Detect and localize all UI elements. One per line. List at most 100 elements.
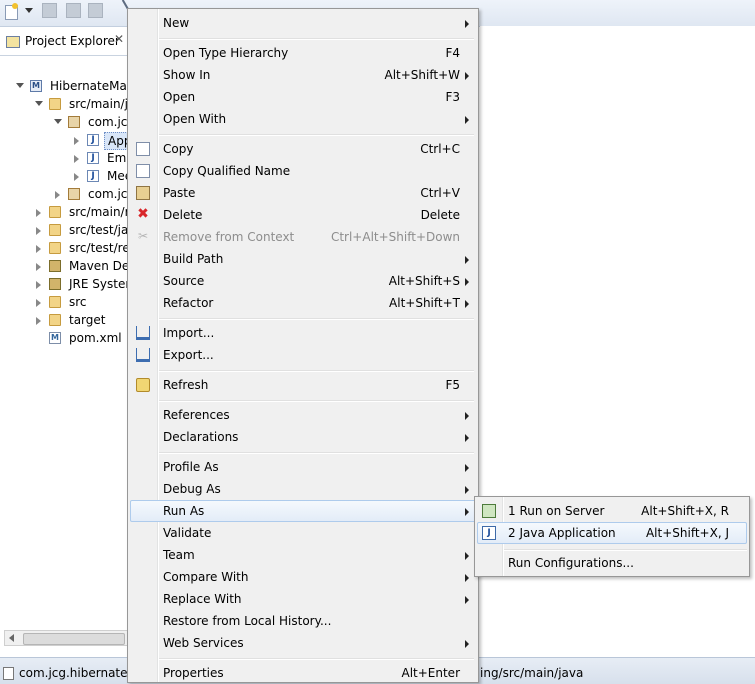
new-dropdown-arrow-icon[interactable]	[25, 8, 33, 13]
menu-item-copy[interactable]: Copy Ctrl+C	[130, 138, 476, 160]
menu-item-import[interactable]: Import...	[130, 322, 476, 344]
xml-file-icon: M	[49, 332, 61, 344]
tree-item-label: src	[69, 295, 87, 309]
close-icon[interactable]: ✕	[114, 32, 124, 46]
menu-item-label: Restore from Local History...	[163, 614, 332, 628]
collapse-arrow-icon[interactable]	[36, 227, 41, 235]
paste-icon	[136, 186, 150, 200]
menu-separator	[159, 134, 474, 136]
package-icon	[68, 188, 80, 200]
tree-item-app-java[interactable]: J App	[0, 132, 132, 150]
menu-item-profile-as[interactable]: Profile As	[130, 456, 476, 478]
tree-item-src-main-resources[interactable]: src/main/re	[0, 204, 137, 222]
menu-item-validate[interactable]: Validate	[130, 522, 476, 544]
menu-item-export[interactable]: Export...	[130, 344, 476, 366]
menu-item-replace-with[interactable]: Replace With	[130, 588, 476, 610]
scrollbar-thumb[interactable]	[23, 633, 125, 645]
submenu-arrow-icon	[465, 486, 469, 494]
collapse-arrow-icon[interactable]	[74, 137, 79, 145]
tree-item-package[interactable]: com.jcg	[0, 114, 135, 132]
tree-item-pom-xml[interactable]: M pom.xml	[0, 330, 130, 348]
menu-item-debug-as[interactable]: Debug As	[130, 478, 476, 500]
collapse-arrow-icon[interactable]	[36, 299, 41, 307]
submenu-item-run-on-server[interactable]: 1 Run on Server Alt+Shift+X, R	[477, 500, 747, 522]
java-application-icon: J	[482, 526, 496, 540]
menu-item-show-in[interactable]: Show In Alt+Shift+W	[130, 64, 476, 86]
menu-item-source[interactable]: Source Alt+Shift+S	[130, 270, 476, 292]
tree-item-maven-dependencies[interactable]: Maven Dep	[0, 258, 137, 276]
menu-item-open-type-hierarchy[interactable]: Open Type Hierarchy F4	[130, 42, 476, 64]
submenu-arrow-icon	[465, 116, 469, 124]
project-explorer-tab[interactable]: Project Explorer ✕	[0, 27, 130, 56]
scroll-left-icon[interactable]	[9, 634, 14, 642]
expand-arrow-icon[interactable]	[35, 101, 43, 106]
menu-item-shortcut: Alt+Shift+T	[389, 296, 460, 310]
menu-item-team[interactable]: Team	[130, 544, 476, 566]
submenu-arrow-icon	[465, 508, 469, 516]
menu-item-label: Debug As	[163, 482, 221, 496]
tree-item-employee-java[interactable]: J Emp	[0, 150, 134, 168]
menu-item-shortcut: Alt+Shift+X, R	[641, 504, 729, 518]
menu-item-compare-with[interactable]: Compare With	[130, 566, 476, 588]
collapse-arrow-icon[interactable]	[36, 281, 41, 289]
menu-item-shortcut: Ctrl+C	[420, 142, 460, 156]
library-icon	[49, 278, 61, 290]
menu-item-references[interactable]: References	[130, 404, 476, 426]
menu-item-label: 1 Run on Server	[508, 504, 605, 518]
refresh-icon	[136, 378, 150, 392]
new-wizard-icon[interactable]	[4, 3, 20, 20]
tree-item-src-test-java[interactable]: src/test/jav	[0, 222, 135, 240]
collapse-arrow-icon[interactable]	[36, 245, 41, 253]
tree-item-src-test-resources[interactable]: src/test/res	[0, 240, 136, 258]
collapse-arrow-icon[interactable]	[36, 263, 41, 271]
menu-item-refactor[interactable]: Refactor Alt+Shift+T	[130, 292, 476, 314]
menu-item-build-path[interactable]: Build Path	[130, 248, 476, 270]
collapse-arrow-icon[interactable]	[36, 209, 41, 217]
source-folder-icon	[49, 98, 61, 110]
library-icon	[49, 260, 61, 272]
expand-arrow-icon[interactable]	[54, 119, 62, 124]
menu-item-shortcut: Alt+Shift+W	[384, 68, 461, 82]
menu-item-declarations[interactable]: Declarations	[130, 426, 476, 448]
menu-item-label: Open Type Hierarchy	[163, 46, 289, 60]
menu-item-web-services[interactable]: Web Services	[130, 632, 476, 654]
menu-item-new[interactable]: New	[130, 12, 476, 34]
menu-item-properties[interactable]: Properties Alt+Enter	[130, 662, 476, 684]
menu-item-refresh[interactable]: Refresh F5	[130, 374, 476, 396]
menu-item-shortcut: F5	[445, 378, 460, 392]
collapse-arrow-icon[interactable]	[74, 173, 79, 181]
menu-item-label: Run As	[163, 504, 205, 518]
tree-item-project[interactable]: M HibernateMany	[0, 78, 142, 96]
tree-item-package-2[interactable]: com.jcg	[0, 186, 135, 204]
tree-item-target[interactable]: target	[0, 312, 130, 330]
horizontal-scrollbar[interactable]	[4, 630, 128, 646]
tree-item-src-main-java[interactable]: src/main/ja	[0, 96, 135, 114]
submenu-arrow-icon	[465, 574, 469, 582]
menu-item-label: Compare With	[163, 570, 249, 584]
menu-item-shortcut: F4	[445, 46, 460, 60]
collapse-arrow-icon[interactable]	[55, 191, 60, 199]
submenu-item-java-application[interactable]: J 2 Java Application Alt+Shift+X, J	[477, 522, 747, 544]
menu-item-paste[interactable]: Paste Ctrl+V	[130, 182, 476, 204]
menu-item-label: Export...	[163, 348, 214, 362]
menu-item-delete[interactable]: ✖ Delete Delete	[130, 204, 476, 226]
expand-arrow-icon[interactable]	[16, 83, 24, 88]
tree-item-meeting-java[interactable]: J Mee	[0, 168, 132, 186]
collapse-arrow-icon[interactable]	[74, 155, 79, 163]
export-icon	[136, 348, 150, 362]
print-icon[interactable]	[88, 3, 103, 18]
menu-item-copy-qualified-name[interactable]: Copy Qualified Name	[130, 160, 476, 182]
tree-item-src[interactable]: src	[0, 294, 130, 312]
menu-separator	[159, 370, 474, 372]
menu-item-label: Source	[163, 274, 205, 288]
submenu-item-run-configurations[interactable]: Run Configurations...	[477, 552, 747, 574]
menu-item-open[interactable]: Open F3	[130, 86, 476, 108]
menu-item-restore-from-local-history[interactable]: Restore from Local History...	[130, 610, 476, 632]
collapse-arrow-icon[interactable]	[36, 317, 41, 325]
save-icon[interactable]	[42, 3, 57, 18]
save-all-icon[interactable]	[66, 3, 81, 18]
menu-separator	[159, 658, 474, 660]
tree-item-jre-system-library[interactable]: JRE System	[0, 276, 137, 294]
menu-item-run-as[interactable]: Run As	[130, 500, 476, 522]
menu-item-open-with[interactable]: Open With	[130, 108, 476, 130]
